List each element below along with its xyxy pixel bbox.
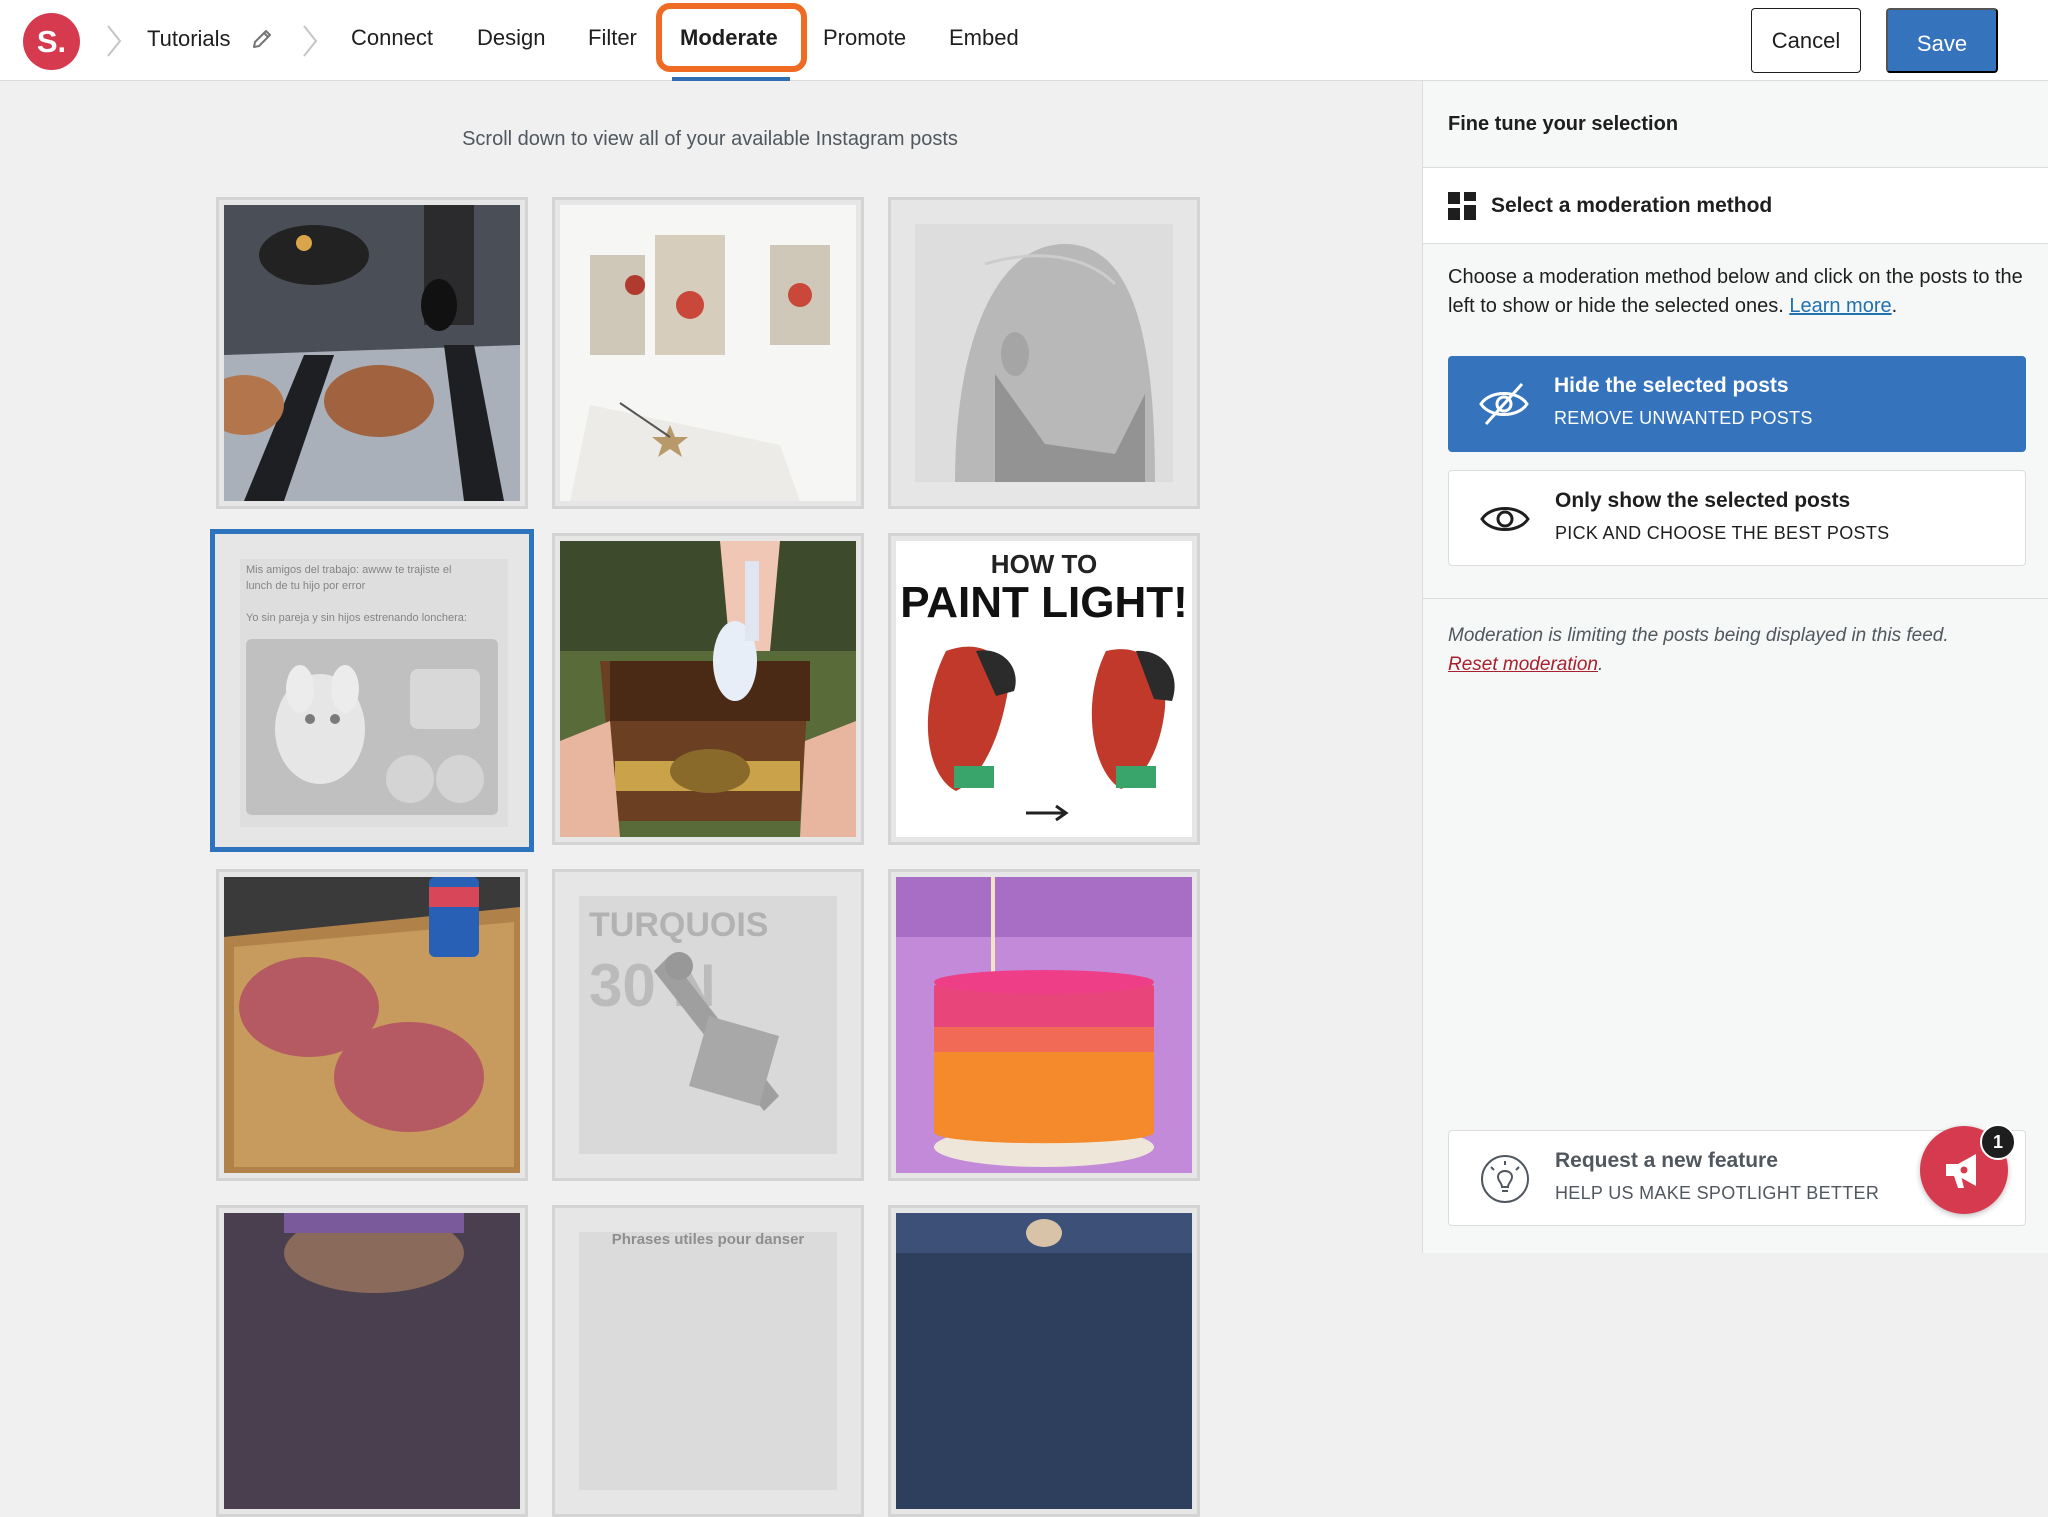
- feed-name[interactable]: Tutorials: [147, 26, 231, 52]
- moderation-method-title: Select a moderation method: [1491, 194, 1773, 217]
- active-tab-underline: [672, 77, 790, 81]
- lightbulb-icon: [1479, 1153, 1531, 1205]
- option-subtitle: PICK AND CHOOSE THE BEST POSTS: [1555, 523, 1890, 543]
- post-image: [896, 1213, 1192, 1509]
- moderation-method-section[interactable]: Select a moderation method: [1423, 168, 2048, 244]
- divider: [1423, 598, 2048, 599]
- post-image: [224, 1213, 520, 1509]
- post-tile-6[interactable]: HOW TO PAINT LIGHT!: [888, 533, 1200, 845]
- note-text: Moderation is limiting the posts being d…: [1448, 625, 1949, 646]
- post-caption-line: Phrases utiles pour danser: [612, 1232, 805, 1248]
- feature-subtitle: HELP US MAKE SPOTLIGHT BETTER: [1555, 1183, 1880, 1203]
- post-caption-line: PAINT LIGHT!: [900, 578, 1188, 627]
- chevron-right-icon: [104, 22, 124, 60]
- chevron-right-icon: [300, 22, 320, 60]
- post-caption-line: Yo sin pareja y sin hijos estrenando lon…: [246, 612, 467, 624]
- hide-selected-option[interactable]: Hide the selected posts REMOVE UNWANTED …: [1448, 356, 2026, 452]
- post-caption-line: TURQUOIS: [589, 906, 768, 944]
- tab-design[interactable]: Design: [477, 25, 545, 51]
- post-image: [224, 205, 520, 501]
- post-tile-7[interactable]: [216, 869, 528, 1181]
- tab-promote[interactable]: Promote: [823, 25, 906, 51]
- post-image: [224, 877, 520, 1173]
- grid-icon: [1448, 192, 1476, 220]
- notification-badge: 1: [1980, 1124, 2016, 1160]
- post-image: [560, 541, 856, 837]
- panel-title: Fine tune your selection: [1423, 81, 2048, 168]
- feature-title: Request a new feature: [1555, 1149, 1778, 1172]
- post-caption-line: lunch de tu hijo por error: [246, 580, 366, 592]
- megaphone-icon: [1946, 1154, 1976, 1188]
- post-image: [560, 205, 856, 501]
- post-image: [896, 877, 1192, 1173]
- moderation-note: Moderation is limiting the posts being d…: [1448, 625, 1949, 675]
- post-image: Phrases utiles pour danser: [579, 1232, 837, 1490]
- save-button[interactable]: Save: [1886, 8, 1998, 73]
- post-image: HOW TO PAINT LIGHT!: [896, 541, 1192, 837]
- post-tile-8[interactable]: TURQUOIS 30 N: [552, 869, 864, 1181]
- option-title: Hide the selected posts: [1554, 374, 1789, 397]
- cancel-button[interactable]: Cancel: [1751, 8, 1861, 73]
- tab-embed[interactable]: Embed: [949, 25, 1019, 51]
- eye-icon: [1479, 495, 1531, 543]
- post-image: [915, 224, 1173, 482]
- description-text: Choose a moderation method below and cli…: [1448, 266, 2023, 317]
- reset-moderation-link[interactable]: Reset moderation: [1448, 654, 1598, 675]
- scroll-hint: Scroll down to view all of your availabl…: [462, 128, 958, 150]
- post-tile-4-selected[interactable]: Mis amigos del trabajo: awww te trajiste…: [210, 529, 534, 852]
- tab-filter[interactable]: Filter: [588, 25, 637, 51]
- post-image: TURQUOIS 30 N: [579, 896, 837, 1154]
- only-show-selected-option[interactable]: Only show the selected posts PICK AND CH…: [1448, 470, 2026, 566]
- post-tile-10[interactable]: [216, 1205, 528, 1517]
- post-caption-line: Mis amigos del trabajo: awww te trajiste…: [246, 564, 451, 576]
- post-tile-5[interactable]: [552, 533, 864, 845]
- moderation-description: Choose a moderation method below and cli…: [1448, 266, 2023, 317]
- eye-slash-icon: [1478, 380, 1530, 428]
- top-bar: S. Tutorials Connect Design Filter Moder…: [0, 0, 2048, 81]
- post-tile-11[interactable]: Phrases utiles pour danser: [552, 1205, 864, 1517]
- learn-more-link[interactable]: Learn more: [1789, 295, 1891, 317]
- post-tile-2[interactable]: [552, 197, 864, 509]
- post-tile-1[interactable]: [216, 197, 528, 509]
- option-title: Only show the selected posts: [1555, 489, 1851, 512]
- tab-connect[interactable]: Connect: [351, 25, 433, 51]
- post-image: Mis amigos del trabajo: awww te trajiste…: [240, 559, 508, 827]
- post-tile-12[interactable]: [888, 1205, 1200, 1517]
- post-caption-line: HOW TO: [991, 549, 1097, 579]
- post-tile-9[interactable]: [888, 869, 1200, 1181]
- post-tile-3[interactable]: [888, 197, 1200, 509]
- option-subtitle: REMOVE UNWANTED POSTS: [1554, 408, 1813, 428]
- spotlight-logo[interactable]: S.: [23, 13, 80, 70]
- pencil-icon[interactable]: [250, 27, 274, 51]
- moderation-panel: Fine tune your selection Select a modera…: [1422, 81, 2048, 1253]
- tab-moderate[interactable]: Moderate: [680, 25, 778, 51]
